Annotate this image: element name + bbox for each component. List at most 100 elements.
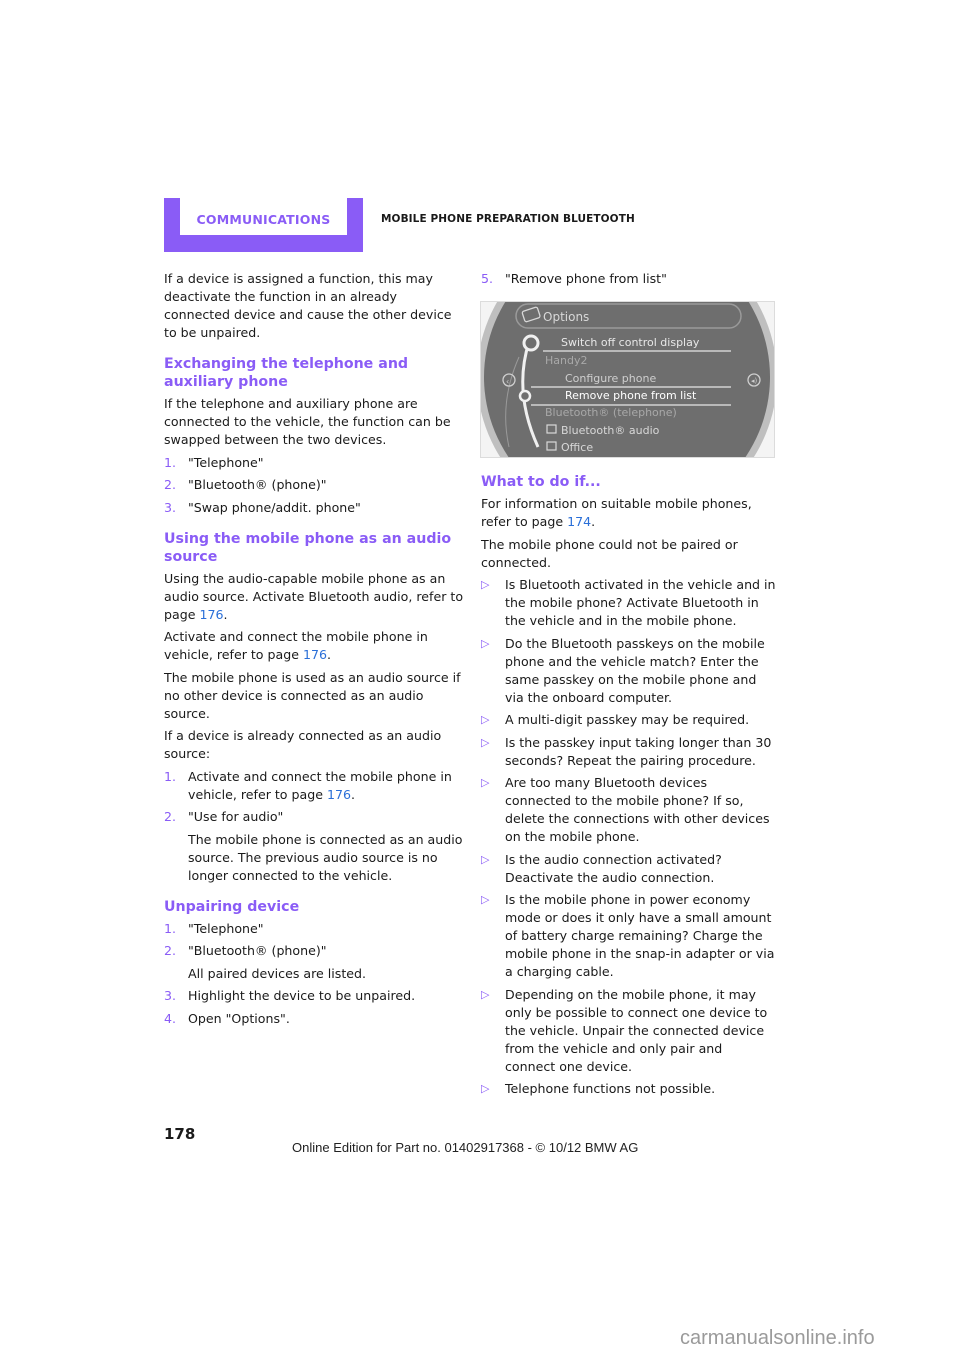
troubleshoot-item: ▷ Is Bluetooth activated in the vehicle … — [481, 576, 776, 630]
unpair-step: 3. Highlight the device to be unpaired. — [164, 987, 464, 1005]
exchange-paragraph: If the telephone and auxiliary phone are… — [164, 396, 451, 447]
troubleshoot-text: Telephone functions not possible. — [505, 1081, 716, 1096]
intro-paragraph: If a device is assigned a function, this… — [164, 271, 452, 340]
triangle-bullet-icon: ▷ — [481, 1082, 490, 1095]
triangle-bullet-icon: ▷ — [481, 852, 490, 866]
troubleshoot-text: Is the mobile phone in power economy mod… — [505, 892, 775, 979]
options-title: Options — [543, 310, 589, 324]
exchange-step: 3. "Swap phone/addit. phone" — [164, 499, 464, 517]
triangle-bullet-icon: ▷ — [481, 735, 490, 749]
menu-item[interactable]: Bluetooth® audio — [546, 424, 660, 437]
troubleshoot-item: ▷ Do the Bluetooth passkeys on the mobil… — [481, 635, 776, 707]
audio-p2-text: Activate and connect the mobile phone in… — [164, 629, 428, 662]
section-tab-inner: COMMUNICATIONS — [180, 198, 347, 235]
audio-paragraph-2: Activate and connect the mobile phone in… — [164, 629, 428, 662]
triangle-bullet-icon: ▷ — [481, 987, 490, 1001]
step-text: Open "Options". — [188, 1010, 290, 1026]
scroll-position-knob[interactable] — [518, 389, 532, 403]
step-text: "Remove phone from list" — [505, 271, 667, 286]
step-text: "Telephone" — [188, 454, 264, 470]
menu-item-label: Configure phone — [565, 372, 656, 385]
triangle-bullet-icon: ▷ — [481, 776, 490, 789]
troubleshoot-item: ▷ Is the passkey input taking longer tha… — [481, 734, 776, 770]
page-link[interactable]: 176 — [327, 787, 351, 802]
page-link[interactable]: 174 — [567, 514, 591, 529]
troubleshoot-item: ▷ Are too many Bluetooth devices connect… — [481, 774, 776, 846]
page-link[interactable]: 176 — [303, 647, 327, 662]
step-number: 1. — [164, 454, 177, 470]
triangle-bullet-icon: ▷ — [481, 636, 490, 650]
troubleshoot-item: ▷ Is the mobile phone in power economy m… — [481, 891, 776, 981]
whattodo-paragraph-2: The mobile phone could not be paired or … — [481, 536, 738, 570]
menu-item-label: Handy2 — [545, 354, 587, 367]
troubleshoot-text: Do the Bluetooth passkeys on the mobile … — [505, 635, 765, 705]
step-number: 1. — [164, 920, 177, 936]
heading-audio-source: Using the mobile phone as an audio sourc… — [164, 530, 452, 565]
troubleshoot-text: Is the passkey input taking longer than … — [505, 734, 772, 768]
control-display-screenshot: Options ‹ ◂) Switch off control display … — [480, 301, 775, 458]
audio-step: 1. Activate and connect the mobile phone… — [164, 768, 464, 804]
edition-notice: Online Edition for Part no. 01402917368 … — [292, 1140, 639, 1155]
whattodo-paragraph-1: For information on suitable mobile phone… — [481, 496, 752, 529]
audio-step: 2. "Use for audio" — [164, 808, 464, 826]
sound-glyph: ◂) — [751, 377, 758, 385]
menu-item-label: Switch off control display — [561, 336, 700, 349]
step-text: "Telephone" — [188, 920, 264, 936]
menu-item[interactable]: Bluetooth® (telephone) — [545, 406, 677, 419]
step-number: 4. — [164, 1010, 177, 1026]
troubleshoot-item: ▷ Telephone functions not possible. — [481, 1080, 776, 1098]
exchange-step: 2. "Bluetooth® (phone)" — [164, 476, 464, 494]
step-text: "Bluetooth® (phone)" — [188, 943, 327, 958]
triangle-bullet-icon: ▷ — [481, 893, 490, 906]
section-tab-label: COMMUNICATIONS — [196, 212, 331, 227]
watermark[interactable]: carmanualsonline.info — [680, 1327, 875, 1350]
left-column: If a device is assigned a function, this… — [164, 270, 464, 1032]
troubleshoot-text: Depending on the mobile phone, it may on… — [505, 986, 768, 1074]
menu-item-label: Remove phone from list — [565, 389, 697, 402]
unpair-step: 5. "Remove phone from list" — [481, 270, 776, 288]
page-link[interactable]: 176 — [199, 607, 223, 622]
menu-item-label: Office — [561, 441, 593, 454]
step-number: 2. — [164, 943, 177, 958]
audio-paragraph-3: The mobile phone is used as an audio sou… — [164, 669, 461, 721]
chapter-title: MOBILE PHONE PREPARATION BLUETOOTH — [381, 213, 635, 225]
step-text: "Use for audio" — [188, 809, 284, 824]
scroll-top-knob[interactable] — [522, 334, 540, 352]
audio-paragraph-4: If a device is already connected as an a… — [164, 728, 442, 761]
triangle-bullet-icon: ▷ — [481, 713, 490, 726]
troubleshoot-text: Is the audio connection activated? Deact… — [505, 851, 722, 885]
step-text: Activate and connect the mobile phone in… — [188, 768, 452, 802]
heading-what-to-do: What to do if... — [481, 474, 601, 490]
unpair-step2-note: All paired devices are listed. — [188, 965, 367, 981]
audio-paragraph-1: Using the audio-capable mobile phone as … — [164, 570, 464, 622]
step-number: 1. — [164, 768, 177, 784]
troubleshoot-item: ▷ A multi-digit passkey may be required. — [481, 711, 776, 729]
back-arrow-glyph: ‹ — [506, 377, 509, 386]
exchange-step: 1. "Telephone" — [164, 454, 464, 472]
menu-item-label: Bluetooth® (telephone) — [545, 406, 677, 419]
troubleshoot-text: A multi-digit passkey may be required. — [505, 712, 750, 727]
step-number: 2. — [164, 477, 177, 492]
unpair-step: 2. "Bluetooth® (phone)" — [164, 942, 464, 960]
unpair-step: 1. "Telephone" — [164, 920, 464, 938]
step-text: Highlight the device to be unpaired. — [188, 988, 416, 1003]
page-number: 178 — [164, 1125, 196, 1143]
step-number: 3. — [164, 499, 177, 515]
troubleshoot-text: Are too many Bluetooth devices connected… — [505, 775, 770, 844]
heading-unpairing: Unpairing device — [164, 898, 300, 915]
step-number: 5. — [481, 271, 494, 286]
heading-exchanging-phone: Exchanging the telephone and auxiliary p… — [164, 356, 409, 390]
menu-item[interactable]: Configure phone — [565, 372, 656, 385]
right-column: 5. "Remove phone from list" Options ‹ ◂) — [480, 270, 776, 1103]
audio-step1-text: Activate and connect the mobile phone in… — [188, 768, 452, 802]
step-number: 2. — [164, 809, 177, 824]
unpair-step: 4. Open "Options". — [164, 1010, 464, 1028]
troubleshoot-text: Is Bluetooth activated in the vehicle an… — [505, 577, 776, 628]
whattodo-p1-text: For information on suitable mobile phone… — [481, 496, 752, 529]
section-tab: COMMUNICATIONS — [164, 198, 363, 252]
troubleshoot-item: ▷ Is the audio connection activated? Dea… — [481, 851, 776, 887]
audio-step2-note: The mobile phone is connected as an audi… — [188, 831, 463, 883]
menu-item[interactable]: Handy2 — [545, 354, 587, 367]
menu-item-label: Bluetooth® audio — [561, 424, 660, 437]
troubleshoot-item: ▷ Depending on the mobile phone, it may … — [481, 986, 776, 1076]
